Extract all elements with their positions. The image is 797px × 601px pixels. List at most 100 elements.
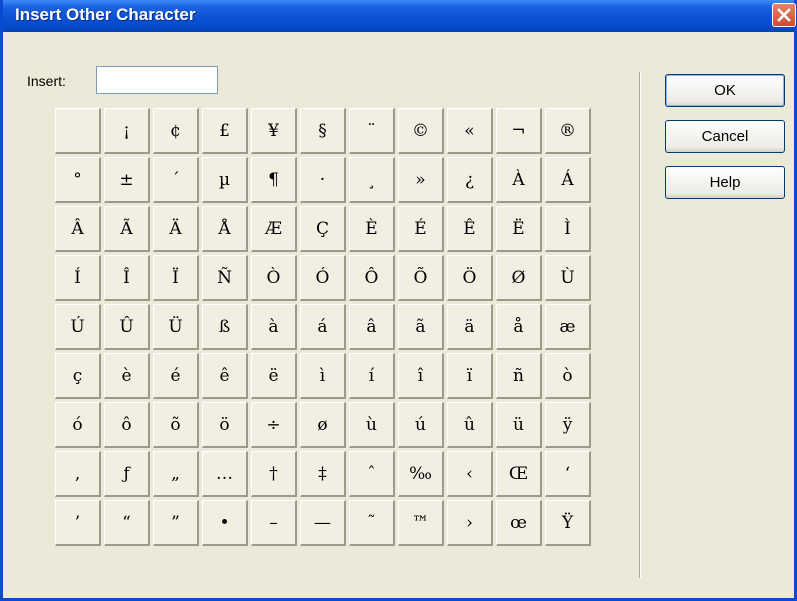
char-cell[interactable]: ‚ (55, 451, 101, 497)
char-cell[interactable]: ã (398, 304, 444, 350)
char-cell[interactable]: ÿ (545, 402, 591, 448)
char-cell[interactable]: ” (153, 500, 199, 546)
char-cell[interactable]: µ (202, 157, 248, 203)
char-cell[interactable]: ä (447, 304, 493, 350)
char-cell[interactable]: ß (202, 304, 248, 350)
char-cell[interactable]: Ì (545, 206, 591, 252)
char-cell[interactable]: ƒ (104, 451, 150, 497)
char-cell[interactable]: · (300, 157, 346, 203)
char-cell[interactable]: – (251, 500, 297, 546)
char-cell[interactable]: ‹ (447, 451, 493, 497)
char-cell[interactable]: Ò (251, 255, 297, 301)
char-cell[interactable]: å (496, 304, 542, 350)
char-cell[interactable]: “ (104, 500, 150, 546)
char-cell[interactable]: ¿ (447, 157, 493, 203)
char-cell[interactable]: Ä (153, 206, 199, 252)
char-cell[interactable]: ‰ (398, 451, 444, 497)
char-cell[interactable]: ë (251, 353, 297, 399)
char-cell[interactable]: Ç (300, 206, 346, 252)
char-cell[interactable]: ¥ (251, 108, 297, 154)
char-cell[interactable]: „ (153, 451, 199, 497)
char-cell[interactable]: Ù (545, 255, 591, 301)
char-cell[interactable]: Ö (447, 255, 493, 301)
char-cell[interactable]: œ (496, 500, 542, 546)
char-cell[interactable]: © (398, 108, 444, 154)
char-cell[interactable]: Ï (153, 255, 199, 301)
char-cell[interactable]: ì (300, 353, 346, 399)
char-cell[interactable]: ¢ (153, 108, 199, 154)
char-cell[interactable]: † (251, 451, 297, 497)
char-cell[interactable]: ï (447, 353, 493, 399)
char-cell[interactable]: • (202, 500, 248, 546)
char-cell[interactable]: Æ (251, 206, 297, 252)
char-cell[interactable]: ® (545, 108, 591, 154)
char-cell[interactable]: ´ (153, 157, 199, 203)
char-cell[interactable]: ù (349, 402, 395, 448)
char-cell[interactable]: Ê (447, 206, 493, 252)
char-cell[interactable]: Ó (300, 255, 346, 301)
char-cell[interactable]: Ô (349, 255, 395, 301)
char-cell[interactable]: Â (55, 206, 101, 252)
char-cell[interactable]: ô (104, 402, 150, 448)
char-cell[interactable]: ÷ (251, 402, 297, 448)
char-cell[interactable]: Å (202, 206, 248, 252)
char-cell[interactable]: ç (55, 353, 101, 399)
char-cell[interactable]: £ (202, 108, 248, 154)
char-cell[interactable]: Ë (496, 206, 542, 252)
ok-button[interactable]: OK (665, 74, 785, 107)
char-cell[interactable]: ‘ (545, 451, 591, 497)
char-cell[interactable]: ¡ (104, 108, 150, 154)
char-cell[interactable]: Û (104, 304, 150, 350)
char-cell[interactable]: ™ (398, 500, 444, 546)
char-cell[interactable]: ú (398, 402, 444, 448)
char-cell[interactable]: ˜ (349, 500, 395, 546)
char-cell[interactable]: Ú (55, 304, 101, 350)
char-cell[interactable]: ‡ (300, 451, 346, 497)
char-cell[interactable]: Á (545, 157, 591, 203)
char-cell[interactable]: — (300, 500, 346, 546)
insert-input[interactable] (96, 66, 218, 94)
char-cell[interactable]: É (398, 206, 444, 252)
char-cell[interactable]: ¸ (349, 157, 395, 203)
char-cell[interactable]: ° (55, 157, 101, 203)
char-cell[interactable]: Ø (496, 255, 542, 301)
char-cell[interactable]: « (447, 108, 493, 154)
char-cell[interactable]: ¨ (349, 108, 395, 154)
char-cell[interactable]: … (202, 451, 248, 497)
char-cell[interactable]: í (349, 353, 395, 399)
char-cell[interactable]: é (153, 353, 199, 399)
char-cell[interactable]: Ñ (202, 255, 248, 301)
char-cell[interactable] (55, 108, 101, 154)
char-cell[interactable]: ü (496, 402, 542, 448)
char-cell[interactable]: › (447, 500, 493, 546)
char-cell[interactable]: î (398, 353, 444, 399)
char-cell[interactable]: ö (202, 402, 248, 448)
char-cell[interactable]: Õ (398, 255, 444, 301)
char-cell[interactable]: Ã (104, 206, 150, 252)
char-cell[interactable]: ò (545, 353, 591, 399)
char-cell[interactable]: ê (202, 353, 248, 399)
char-cell[interactable]: û (447, 402, 493, 448)
cancel-button[interactable]: Cancel (665, 120, 785, 153)
char-cell[interactable]: ˆ (349, 451, 395, 497)
char-cell[interactable]: » (398, 157, 444, 203)
char-cell[interactable]: ñ (496, 353, 542, 399)
char-cell[interactable]: ± (104, 157, 150, 203)
char-cell[interactable]: À (496, 157, 542, 203)
char-cell[interactable]: æ (545, 304, 591, 350)
char-cell[interactable]: È (349, 206, 395, 252)
char-cell[interactable]: ¶ (251, 157, 297, 203)
char-cell[interactable]: ’ (55, 500, 101, 546)
char-cell[interactable]: Ÿ (545, 500, 591, 546)
char-cell[interactable]: ø (300, 402, 346, 448)
char-cell[interactable]: õ (153, 402, 199, 448)
char-cell[interactable]: ó (55, 402, 101, 448)
char-cell[interactable]: Œ (496, 451, 542, 497)
char-cell[interactable]: â (349, 304, 395, 350)
char-cell[interactable]: à (251, 304, 297, 350)
char-cell[interactable]: Í (55, 255, 101, 301)
char-cell[interactable]: Î (104, 255, 150, 301)
char-cell[interactable]: § (300, 108, 346, 154)
close-button[interactable] (772, 3, 796, 27)
title-bar[interactable]: Insert Other Character (3, 0, 796, 32)
